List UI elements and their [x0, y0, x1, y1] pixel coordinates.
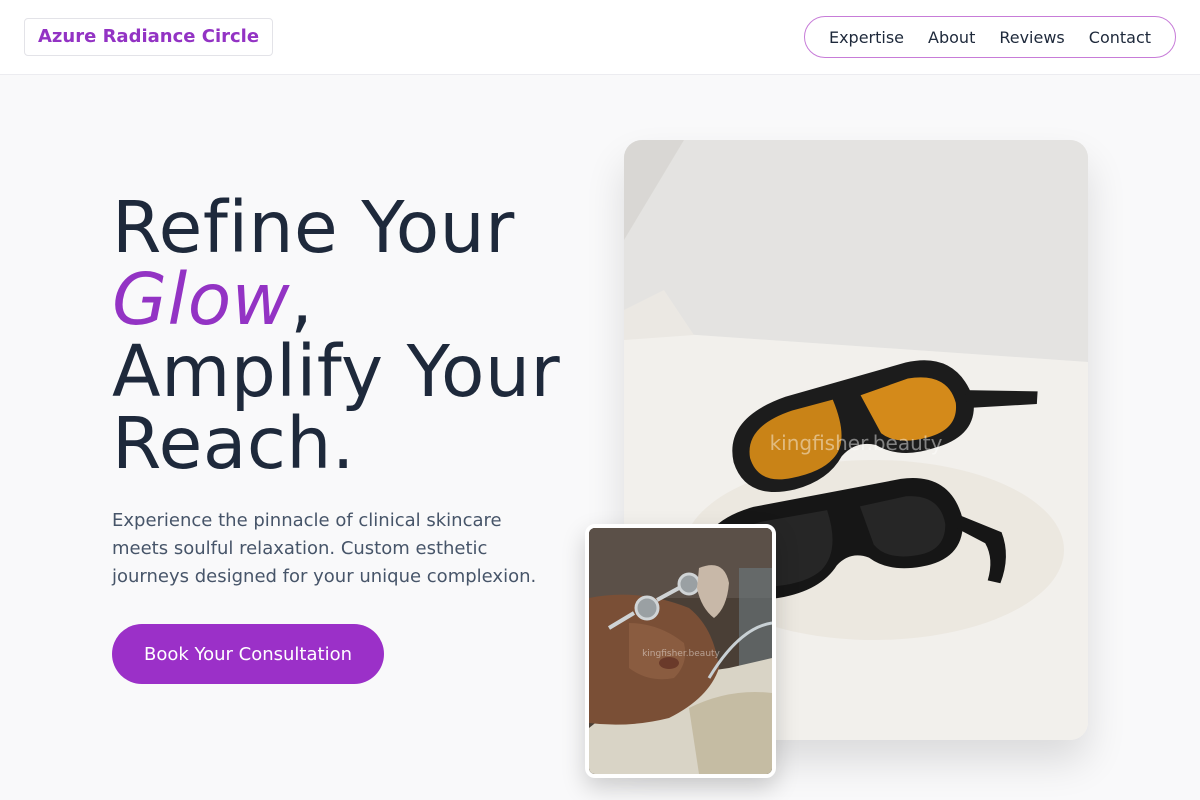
- headline-line-1: Refine Your: [112, 186, 515, 269]
- headline-accent-word: Glow: [112, 258, 291, 341]
- book-consultation-button[interactable]: Book Your Consultation: [112, 624, 384, 684]
- headline-line-4: Reach.: [112, 402, 355, 485]
- nav-link-expertise[interactable]: Expertise: [829, 28, 904, 47]
- main-nav: Expertise About Reviews Contact: [804, 16, 1176, 58]
- brand-logo[interactable]: Azure Radiance Circle: [24, 18, 274, 56]
- hero-headline: Refine Your Glow, Amplify Your Reach.: [112, 192, 560, 480]
- nav-link-reviews[interactable]: Reviews: [999, 28, 1064, 47]
- site-header: Azure Radiance Circle Expertise About Re…: [0, 0, 1200, 75]
- hero-inset-photo: kingfisher.beauty: [585, 524, 776, 778]
- facial-treatment-illustration: kingfisher.beauty: [589, 528, 772, 774]
- headline-accent-punctuation: ,: [290, 258, 314, 341]
- nav-link-about[interactable]: About: [928, 28, 975, 47]
- inset-photo-watermark: kingfisher.beauty: [642, 649, 720, 659]
- nav-link-contact[interactable]: Contact: [1089, 28, 1151, 47]
- hero-description: Experience the pinnacle of clinical skin…: [112, 510, 537, 587]
- headline-line-3: Amplify Your: [112, 330, 561, 413]
- main-photo-watermark: kingfisher.beauty: [770, 431, 943, 455]
